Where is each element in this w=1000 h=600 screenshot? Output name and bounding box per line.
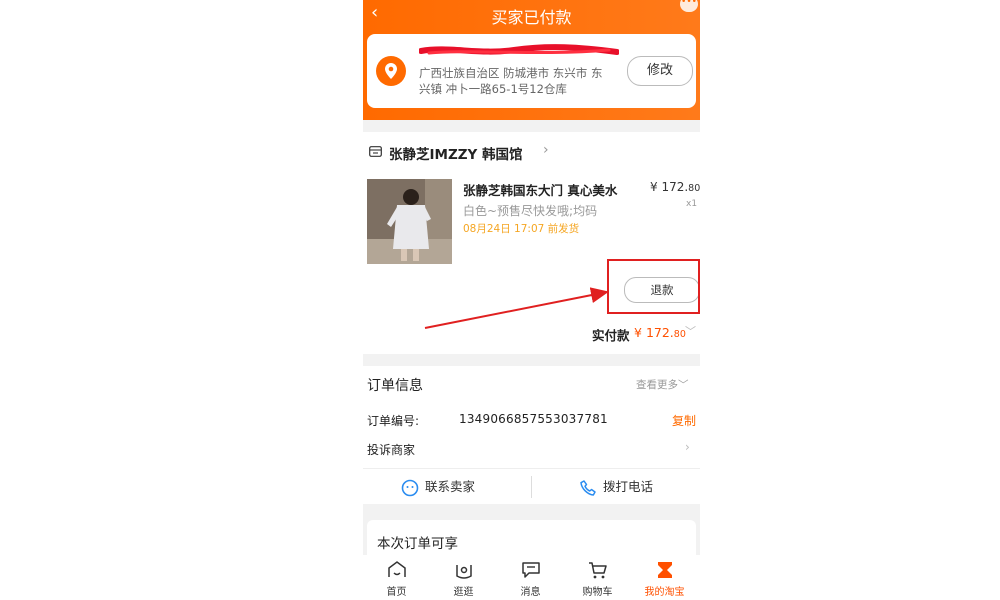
tab-my-taobao[interactable]: 我的淘宝 bbox=[631, 555, 698, 600]
phone-screen: ‹ 买家已付款 ••• 广西壮族自治区 防城港市 东兴市 东 兴镇 冲卜一路65… bbox=[363, 0, 700, 600]
contact-seller-label: 联系卖家 bbox=[425, 479, 476, 494]
tab-browse[interactable]: 逛逛 bbox=[430, 555, 497, 600]
call-phone-button[interactable]: 拨打电话 bbox=[579, 470, 653, 504]
chat-face-icon bbox=[401, 479, 419, 496]
tab-cart[interactable]: 购物车 bbox=[564, 555, 631, 600]
tab-my-taobao-label: 我的淘宝 bbox=[644, 587, 685, 598]
paid-amount: ¥ 172.80 bbox=[634, 325, 686, 340]
order-number: 1349066857553037781 bbox=[459, 412, 608, 426]
product-photo-illustration bbox=[367, 179, 452, 264]
paid-chevron-icon[interactable]: ﹀ bbox=[685, 323, 696, 339]
ship-deadline: 08月24日 17:07 前发货 bbox=[463, 223, 580, 235]
complain-chevron-icon[interactable]: › bbox=[685, 440, 690, 454]
home-icon bbox=[388, 561, 406, 577]
page-title: 买家已付款 bbox=[491, 8, 572, 27]
location-pin-icon bbox=[376, 56, 406, 86]
product-image[interactable] bbox=[367, 179, 452, 264]
complain-merchant-link[interactable]: 投诉商家 bbox=[367, 441, 415, 458]
order-info-card: 订单信息 查看更多﹀ 订单编号: 1349066857553037781 复制 … bbox=[363, 366, 700, 504]
edit-address-button[interactable]: 修改 bbox=[627, 56, 693, 86]
shop-name[interactable]: 张静芝IMZZY 韩国馆 bbox=[389, 143, 523, 163]
benefits-title: 本次订单可享 bbox=[377, 536, 458, 552]
address-line-1: 广西壮族自治区 防城港市 东兴市 东 bbox=[419, 66, 603, 80]
address-line-2: 兴镇 冲卜一路65-1号12仓库 bbox=[419, 82, 567, 96]
tab-cart-label: 购物车 bbox=[582, 587, 613, 598]
shop-icon bbox=[369, 146, 382, 157]
phone-icon bbox=[580, 479, 596, 496]
tab-browse-label: 逛逛 bbox=[453, 587, 474, 598]
product-quantity: x1 bbox=[686, 199, 698, 209]
bottom-tab-bar: 首页 逛逛 消息 购物车 我的淘宝 bbox=[363, 555, 700, 600]
paid-label: 实付款 bbox=[592, 328, 630, 343]
tab-home-label: 首页 bbox=[386, 587, 407, 598]
order-number-label: 订单编号: bbox=[367, 414, 420, 428]
product-price-main: ¥ 172. bbox=[650, 180, 689, 194]
product-price-cents: 80 bbox=[688, 183, 700, 194]
shop-chevron-icon[interactable]: › bbox=[543, 142, 549, 158]
paid-currency: ¥ bbox=[634, 325, 646, 340]
call-phone-label: 拨打电话 bbox=[603, 479, 654, 494]
product-sku: 白色~预售尽快发哦;均码 bbox=[463, 204, 598, 218]
product-name[interactable]: 张静芝韩国东大门 真心美水 bbox=[463, 180, 617, 199]
tab-messages[interactable]: 消息 bbox=[497, 555, 564, 600]
message-icon bbox=[522, 562, 540, 578]
button-separator bbox=[531, 476, 532, 498]
copy-button[interactable]: 复制 bbox=[672, 412, 696, 429]
paid-amount-main: 172. bbox=[645, 325, 674, 340]
contact-seller-button[interactable]: 联系卖家 bbox=[401, 470, 475, 504]
divider bbox=[363, 468, 700, 469]
order-info-heading: 订单信息 bbox=[367, 378, 423, 394]
my-taobao-icon bbox=[658, 562, 672, 578]
view-more-link[interactable]: 查看更多﹀ bbox=[636, 377, 689, 392]
header-bar: ‹ 买家已付款 ••• 广西壮族自治区 防城港市 东兴市 东 兴镇 冲卜一路65… bbox=[363, 0, 700, 120]
browse-icon bbox=[456, 565, 472, 579]
address-card[interactable]: 广西壮族自治区 防城港市 东兴市 东 兴镇 冲卜一路65-1号12仓库 修改 bbox=[367, 34, 696, 108]
refund-button[interactable]: 退款 bbox=[624, 277, 700, 303]
redacted-recipient-name bbox=[419, 44, 619, 55]
cart-icon bbox=[589, 562, 607, 579]
product-price: ¥ 172.80 bbox=[650, 180, 700, 194]
tab-messages-label: 消息 bbox=[520, 587, 541, 598]
store-order-card: 张静芝IMZZY 韩国馆 › 张静芝韩国东大门 真心美水 白色~预售尽快发哦;均… bbox=[363, 132, 700, 354]
tab-home[interactable]: 首页 bbox=[363, 555, 430, 600]
